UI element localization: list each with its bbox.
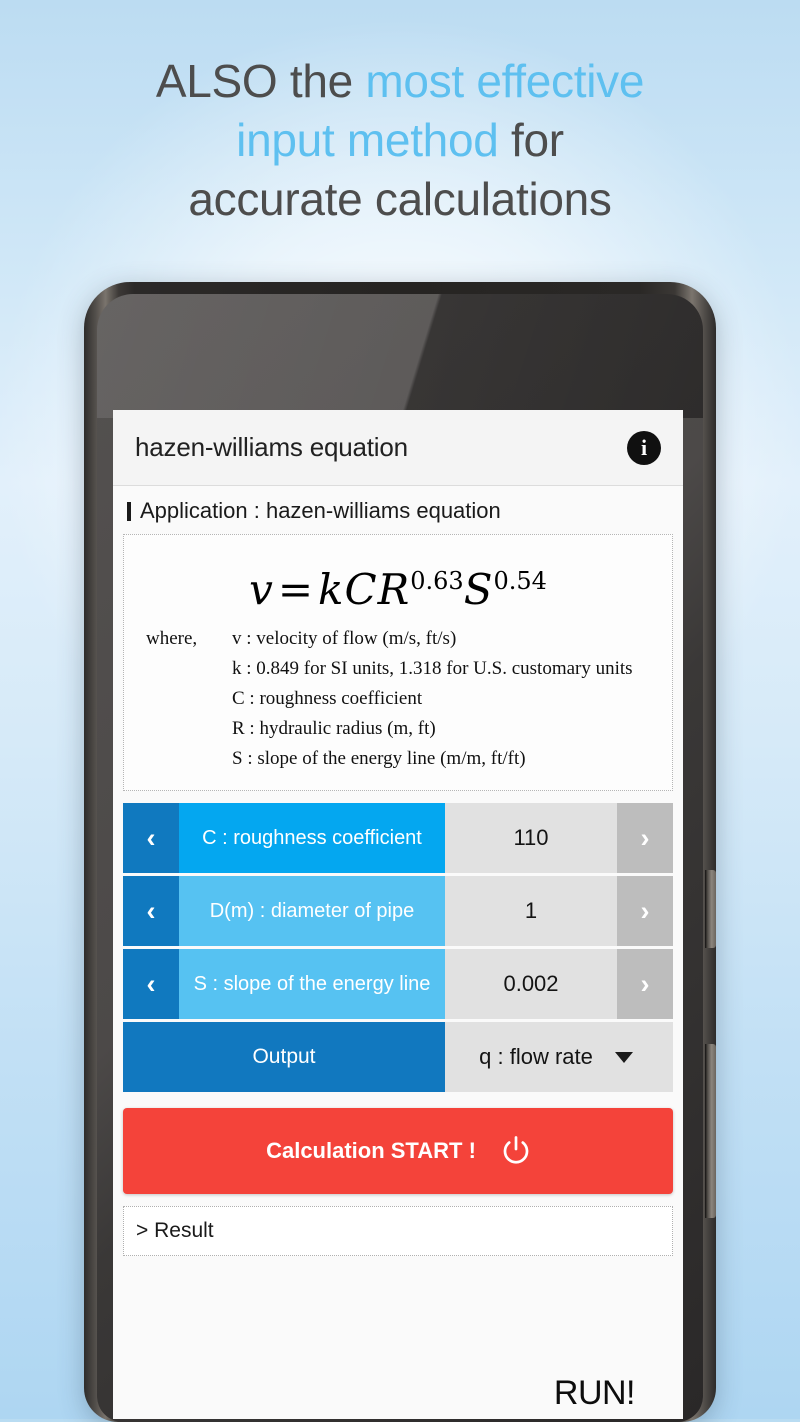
parameter-value[interactable]: 1 (445, 876, 617, 946)
definition-text: C : roughness coefficient (232, 688, 423, 709)
power-side-button[interactable] (705, 870, 716, 948)
volume-side-button[interactable] (705, 1044, 716, 1218)
parameter-row-slope-of-energy-line: ‹ S : slope of the energy line 0.002 › (123, 949, 673, 1019)
variable-definitions-list: where, v : velocity of flow (m/s, ft/s) … (146, 628, 672, 770)
where-label: where, (146, 628, 198, 649)
app-bar: hazen-williams equation i (113, 410, 683, 486)
parameter-value[interactable]: 0.002 (445, 949, 617, 1019)
headline-text-plain-1: ALSO the (155, 55, 366, 107)
parameter-row-diameter-of-pipe: ‹ D(m) : diameter of pipe 1 › (123, 876, 673, 946)
definition-row: R : hydraulic radius (m, ft) (146, 718, 672, 740)
headline-line-2: input method for (236, 114, 564, 166)
page-title: hazen-williams equation (135, 432, 408, 462)
definition-row: S : slope of the energy line (m/m, ft/ft… (146, 748, 672, 770)
promo-headline: ALSO the most effective input method for… (0, 52, 800, 229)
parameter-label[interactable]: D(m) : diameter of pipe (179, 876, 445, 946)
run-overlay-label: RUN! (553, 1374, 636, 1412)
headline-text-plain-2: for (498, 114, 564, 166)
headline-text-accent-1: most effective (365, 55, 645, 107)
output-row: Output q : flow rate (123, 1022, 673, 1092)
chevron-right-icon[interactable]: › (617, 803, 673, 873)
application-label-row: Application : hazen-williams equation (113, 486, 683, 534)
definition-text: S : slope of the energy line (m/m, ft/ft… (232, 748, 526, 769)
output-selected-value: q : flow rate (479, 1044, 593, 1069)
where-spacer (146, 748, 232, 770)
bullet-bar-icon (127, 501, 131, 521)
application-label-text: Application : hazen-williams equation (140, 498, 501, 523)
definition-row: where, v : velocity of flow (m/s, ft/s) (146, 628, 672, 650)
result-output-box: > Result (123, 1206, 673, 1256)
equation-C: C (344, 565, 378, 614)
result-placeholder-text: > Result (136, 1219, 214, 1242)
definition-row: C : roughness coefficient (146, 688, 672, 710)
info-icon[interactable]: i (627, 430, 661, 465)
equation-k: k (318, 565, 345, 614)
chevron-left-icon[interactable]: ‹ (123, 876, 179, 946)
output-label: Output (123, 1022, 445, 1092)
chevron-left-icon[interactable]: ‹ (123, 803, 179, 873)
equation-S-exponent: 0.54 (493, 567, 547, 595)
chevron-down-icon (614, 1051, 633, 1063)
equation-lhs: v (249, 565, 274, 614)
parameter-value[interactable]: 110 (445, 803, 617, 873)
power-icon (503, 1136, 529, 1164)
output-select[interactable]: q : flow rate (445, 1022, 673, 1092)
chevron-left-icon[interactable]: ‹ (123, 949, 179, 1019)
phone-screen: hazen-williams equation i Application : … (113, 410, 683, 1419)
chevron-right-icon[interactable]: › (617, 949, 673, 1019)
start-button-label: Calculation START ! (266, 1138, 476, 1163)
parameter-label[interactable]: S : slope of the energy line (179, 949, 445, 1019)
parameter-row-roughness-coefficient: ‹ C : roughness coefficient 110 › (123, 803, 673, 873)
definition-text: k : 0.849 for SI units, 1.318 for U.S. c… (232, 658, 633, 679)
chevron-right-icon[interactable]: › (617, 876, 673, 946)
equation-R: R (377, 565, 411, 614)
where-spacer (146, 658, 232, 680)
parameter-input-list: ‹ C : roughness coefficient 110 › ‹ D(m)… (123, 803, 673, 1092)
parameter-label[interactable]: C : roughness coefficient (179, 803, 445, 873)
calculation-start-button[interactable]: Calculation START ! (123, 1108, 673, 1194)
screen-empty-area: RUN! (113, 1256, 683, 1419)
equation-R-exponent: 0.63 (410, 567, 464, 595)
headline-line-3: accurate calculations (188, 173, 612, 225)
headline-text-accent-2: input method (236, 114, 499, 166)
equation-display: v=kCR0.63S0.54 (124, 565, 672, 614)
definition-text: R : hydraulic radius (m, ft) (232, 718, 436, 739)
definition-row: k : 0.849 for SI units, 1.318 for U.S. c… (146, 658, 672, 680)
headline-line-1: ALSO the most effective (155, 55, 645, 107)
where-spacer (146, 718, 232, 740)
equation-S: S (463, 565, 494, 614)
formula-panel: v=kCR0.63S0.54 where, v : velocity of fl… (123, 534, 673, 791)
equation-equals: = (277, 565, 315, 614)
where-spacer (146, 688, 232, 710)
definition-text: v : velocity of flow (m/s, ft/s) (232, 628, 457, 649)
